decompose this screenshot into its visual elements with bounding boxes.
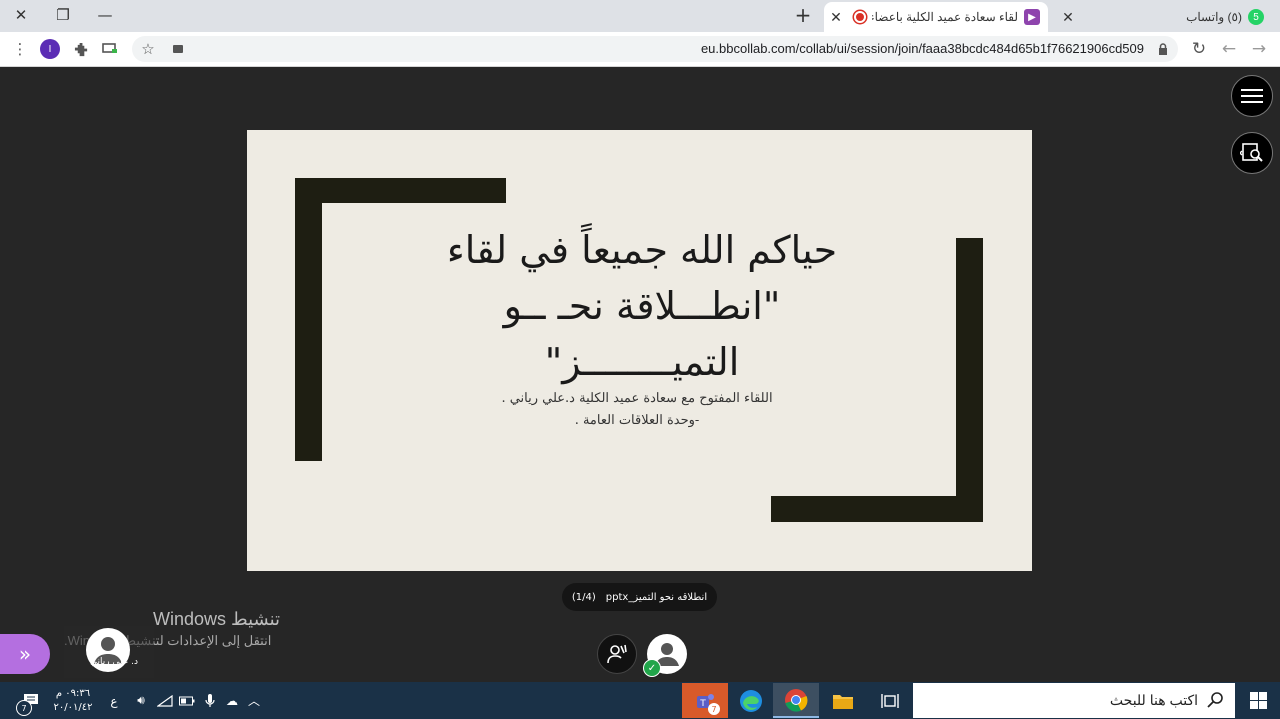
slide-subtitle-line: اللقاء المفتوح مع سعادة عميد الكلية د.عل… xyxy=(501,391,773,406)
slide-bracket-bottom xyxy=(771,496,983,522)
share-content-button[interactable] xyxy=(597,634,637,674)
slide-title-line: التميــــــــز" xyxy=(544,340,740,384)
session-menu-button[interactable] xyxy=(1231,75,1273,117)
slide-bracket-top xyxy=(295,178,506,203)
tab-session[interactable]: ▶ لقاء سعادة عميد الكلية باعضاء ✕ xyxy=(824,2,1048,32)
volume-icon[interactable]: 🔊︎ xyxy=(130,683,152,718)
close-window-button[interactable]: ✕ xyxy=(0,0,42,30)
tab-whatsapp[interactable]: 5 (٥) واتساب ✕ xyxy=(1056,2,1272,32)
hamburger-icon xyxy=(1241,89,1263,103)
tab-title: (٥) واتساب xyxy=(1186,10,1242,24)
tab-close-icon[interactable]: ✕ xyxy=(1056,9,1080,26)
whatsapp-favicon-icon: 5 xyxy=(1248,9,1264,25)
bookmark-star-icon[interactable]: ☆ xyxy=(133,32,163,66)
presenter-name: د. علي رياني xyxy=(90,657,139,667)
cast-icon[interactable] xyxy=(95,32,125,66)
presentation-slide: حياكم الله جميعاً في لقاء "انطـــلاقة نح… xyxy=(247,130,1032,571)
slide-bracket-right xyxy=(956,238,983,522)
restore-window-button[interactable]: ❐ xyxy=(42,0,84,30)
wifi-icon[interactable] xyxy=(154,683,176,718)
content-panel-button[interactable] xyxy=(1231,132,1273,174)
tab-title: لقاء سعادة عميد الكلية باعضاء xyxy=(872,10,1018,24)
status-check-icon: ✓ xyxy=(643,659,661,677)
teams-badge: 7 xyxy=(708,703,720,715)
edge-icon[interactable] xyxy=(728,683,774,718)
back-icon[interactable]: → xyxy=(1244,32,1274,66)
hand-raise-icon xyxy=(607,644,627,664)
file-page: (1/4) xyxy=(571,591,596,603)
teams-icon[interactable]: T 7 xyxy=(682,683,728,718)
show-hidden-icons-icon[interactable]: ︿ xyxy=(244,683,264,718)
taskbar-search-placeholder[interactable]: اكتب هنا للبحث xyxy=(1110,692,1198,709)
microphone-icon[interactable] xyxy=(200,683,220,718)
activation-title: تنشيط Windows xyxy=(153,609,281,629)
windows-logo-icon xyxy=(1249,692,1267,709)
profile-avatar[interactable]: I xyxy=(40,39,60,59)
start-button[interactable] xyxy=(1236,683,1280,718)
tab-search-icon[interactable] xyxy=(163,32,193,66)
collaborate-panel-button[interactable]: » xyxy=(0,634,50,674)
svg-text:T: T xyxy=(699,699,706,709)
menu-kebab-icon[interactable]: ⋮ xyxy=(5,32,35,66)
forward-icon[interactable]: ← xyxy=(1214,32,1244,66)
double-chevron-icon: » xyxy=(18,642,32,666)
file-name: انطلاقه نحو التميز_pptx xyxy=(605,591,708,603)
slide-subtitle-line: -وحدة العلاقات العامة . xyxy=(574,413,700,428)
reload-icon[interactable]: ↻ xyxy=(1184,32,1214,66)
clock-date: ٢٠/٠١/٤٢ xyxy=(53,701,93,713)
chrome-taskbar-icon[interactable] xyxy=(773,683,819,718)
minimize-window-button[interactable]: — xyxy=(84,0,126,30)
extensions-icon[interactable] xyxy=(66,32,96,66)
recording-icon xyxy=(854,11,866,23)
lock-icon[interactable] xyxy=(1148,32,1178,66)
url-text[interactable]: eu.bbcollab.com/collab/ui/session/join/f… xyxy=(701,41,1144,56)
onedrive-icon[interactable]: ☁ xyxy=(222,683,242,718)
notification-count-badge: 7 xyxy=(16,700,32,716)
collaborate-favicon-icon: ▶ xyxy=(1024,9,1040,25)
search-icon xyxy=(1207,691,1227,711)
tab-close-icon[interactable]: ✕ xyxy=(824,9,848,26)
taskbar-clock[interactable]: ٠٩:٣٦ م ٢٠/٠١/٤٢ xyxy=(46,683,100,718)
slide-title-line: "انطـــلاقة نحـ ــو xyxy=(503,284,781,328)
file-explorer-icon[interactable] xyxy=(820,683,866,718)
slide-subtitle: اللقاء المفتوح مع سعادة عميد الكلية د.عل… xyxy=(397,388,877,432)
file-pill[interactable]: انطلاقه نحو التميز_pptx (1/4) xyxy=(562,583,717,611)
search-slide-icon xyxy=(1240,143,1263,162)
slide-title: حياكم الله جميعاً في لقاء "انطـــلاقة نح… xyxy=(347,222,937,390)
input-language[interactable]: ع xyxy=(104,683,124,718)
new-tab-button[interactable]: + xyxy=(782,0,824,30)
battery-icon[interactable] xyxy=(176,683,198,718)
slide-bracket-left xyxy=(295,178,322,461)
clock-time: ٠٩:٣٦ م xyxy=(55,687,91,699)
task-view-icon[interactable] xyxy=(867,683,913,718)
slide-title-line: حياكم الله جميعاً في لقاء xyxy=(446,228,838,272)
